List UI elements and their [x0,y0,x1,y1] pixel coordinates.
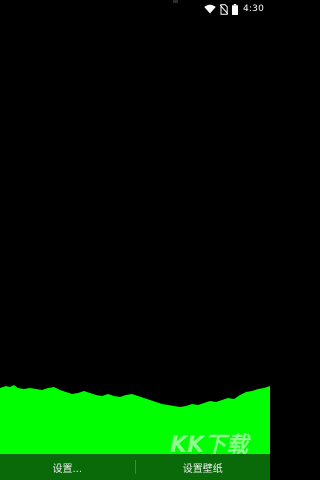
status-time: 4:30 [242,4,264,14]
set-wallpaper-button[interactable]: 设置壁纸 [136,454,271,480]
notification-indicator [173,0,178,3]
svg-text:KK下载: KK下载 [170,433,251,456]
settings-button[interactable]: 设置... [0,454,135,480]
status-bar: 4:30 [0,0,270,18]
no-sim-icon [219,3,228,15]
wifi-icon [204,4,216,14]
battery-icon [231,3,238,15]
status-icons: 4:30 [204,2,264,16]
bottom-action-bar: 设置... 设置壁纸 [0,454,270,480]
wallpaper-preview-screen: 4:30 KK下载 设置... 设置壁纸 [0,0,270,480]
kk-download-watermark: KK下载 [170,433,251,456]
